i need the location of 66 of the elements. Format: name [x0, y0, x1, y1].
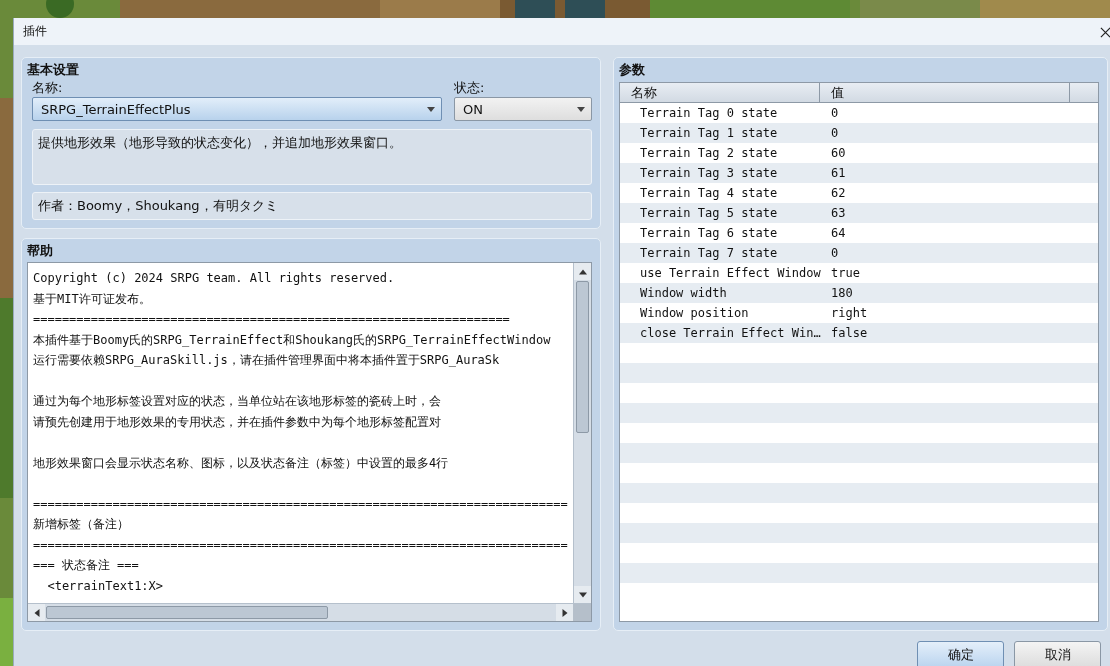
parameter-value[interactable]: right	[831, 306, 868, 320]
status-label: 状态:	[454, 80, 485, 96]
help-line: 地形效果窗口会显示状态名称、图标，以及状态备注（标签）中设置的最多4行	[33, 455, 449, 470]
vertical-scrollbar[interactable]	[573, 263, 591, 603]
author-text: 作者：Boomy，Shoukang，有明タクミ	[38, 197, 278, 215]
table-row[interactable]: Terrain Tag 7 state 0	[620, 243, 1098, 263]
parameter-value[interactable]: 63	[831, 206, 846, 220]
panel-title: 参数	[619, 62, 645, 78]
table-row[interactable]: Window width 180	[620, 283, 1098, 303]
parameter-value[interactable]: true	[831, 266, 860, 280]
help-line: Copyright (c) 2024 SRPG team. All rights reserved.	[33, 271, 395, 285]
parameter-value[interactable]: 62	[831, 186, 846, 200]
dialog-button[interactable]: 确定	[917, 641, 1004, 666]
parameter-value[interactable]: 61	[831, 166, 846, 180]
table-row[interactable]: Terrain Tag 3 state 61	[620, 163, 1098, 183]
parameter-name[interactable]: Terrain Tag 7 state	[640, 246, 778, 260]
right-arrow-icon[interactable]	[560, 608, 569, 617]
parameter-name[interactable]: close Terrain Effect Win…	[640, 326, 821, 340]
help-line: 新增标签（备注）	[33, 517, 129, 531]
parameter-value[interactable]: 180	[831, 286, 853, 300]
parameter-name[interactable]: Terrain Tag 1 state	[640, 126, 778, 140]
help-line: ==========================================================================	[33, 537, 568, 552]
help-line: 运行需要依赖SRPG_AuraSkill.js，请在插件管理界面中将本插件置于SRPG_AuraSk	[33, 353, 500, 367]
dialog-button[interactable]: 取消	[1014, 641, 1101, 666]
parameter-value[interactable]: 0	[831, 246, 839, 260]
parameter-name[interactable]: Terrain Tag 3 state	[640, 166, 778, 180]
help-line: 通过为每个地形标签设置对应的状态，当单位站在该地形标签的瓷砖上时，会	[33, 394, 441, 408]
left-arrow-icon[interactable]	[32, 608, 41, 617]
parameter-name[interactable]: Window width	[640, 286, 727, 300]
parameter-value[interactable]: 60	[831, 146, 846, 160]
parameter-name[interactable]: Terrain Tag 0 state	[640, 106, 778, 120]
close-icon[interactable]	[1100, 27, 1110, 38]
parameter-name[interactable]: Terrain Tag 2 state	[640, 146, 778, 160]
parameter-value[interactable]: 0	[831, 106, 839, 120]
help-line: ==========================================================================	[33, 496, 568, 511]
panel-title: 帮助	[27, 243, 53, 259]
parameter-name[interactable]: use Terrain Effect Window	[640, 266, 821, 280]
table-row[interactable]: Terrain Tag 5 state 63	[620, 203, 1098, 223]
down-arrow-icon[interactable]	[578, 590, 587, 599]
parameter-name[interactable]: Terrain Tag 6 state	[640, 226, 778, 240]
status-dropdown[interactable]: ON	[454, 97, 592, 121]
table-row[interactable]: close Terrain Effect Win… false	[620, 323, 1098, 343]
parameter-value[interactable]: 64	[831, 226, 846, 240]
help-line: 请预先创建用于地形效果的专用状态，并在插件参数中为每个地形标签配置对	[33, 414, 441, 429]
help-line: 基于MIT许可证发布。	[33, 291, 151, 306]
help-line: 本插件基于Boomy氏的SRPG_TerrainEffect和Shoukang氏的SRPG_TerrainEffectWindow	[33, 332, 551, 347]
parameter-value[interactable]: 0	[831, 126, 839, 140]
parameter-name[interactable]: Terrain Tag 5 state	[640, 206, 778, 220]
name-dropdown[interactable]: SRPG_TerrainEffectPlus	[32, 97, 442, 121]
column-header[interactable]: 名称	[620, 83, 820, 102]
parameter-name[interactable]: Terrain Tag 4 state	[640, 186, 778, 200]
name-label: 名称:	[32, 80, 63, 96]
panel-title: 基本设置	[27, 62, 79, 78]
caret-icon	[577, 106, 585, 112]
description-text: 提供地形效果（地形导致的状态变化），并追加地形效果窗口。	[38, 134, 402, 152]
horizontal-scrollbar[interactable]	[28, 604, 573, 621]
parameter-name[interactable]: Window position	[640, 306, 749, 320]
table-row[interactable]: Terrain Tag 1 state 0	[620, 123, 1098, 143]
column-header[interactable]: 值	[820, 83, 1070, 102]
caret-icon	[427, 106, 435, 112]
up-arrow-icon[interactable]	[578, 267, 587, 276]
help-line: <terrainText1:X>	[46, 578, 164, 593]
parameter-value[interactable]: false	[831, 326, 868, 340]
help-line: ==================================================================	[33, 312, 510, 326]
help-line: === 状态备注 ===	[33, 558, 139, 572]
window-title: 插件	[23, 23, 47, 40]
